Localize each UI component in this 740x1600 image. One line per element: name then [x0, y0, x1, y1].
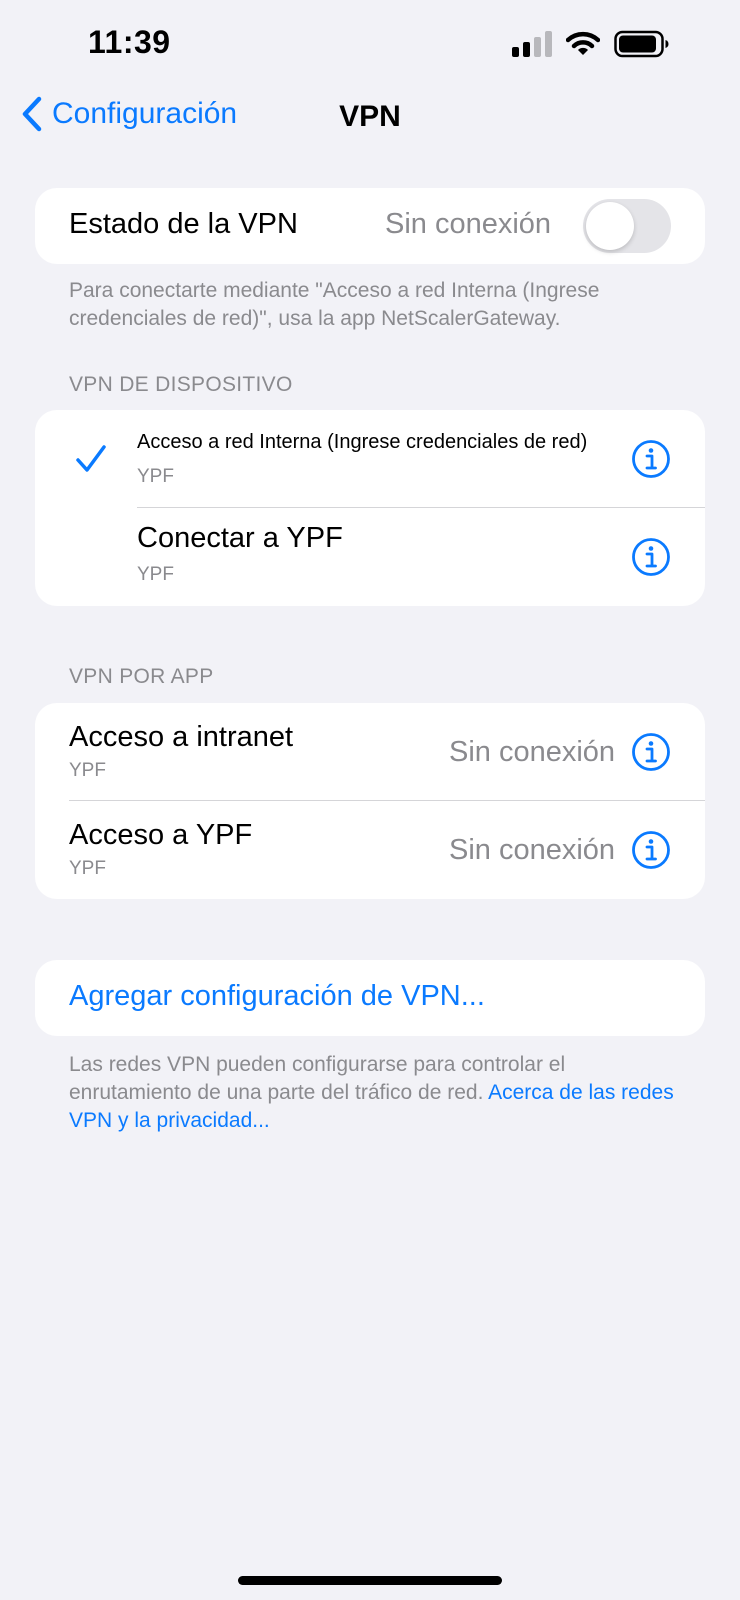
cellular-signal-icon	[512, 31, 552, 57]
app-vpn-item-subtitle: YPF	[69, 760, 106, 781]
add-vpn-card: Agregar configuración de VPN...	[35, 960, 705, 1036]
app-vpn-item-title: Acceso a YPF	[69, 819, 253, 851]
device-vpn-item-subtitle: YPF	[137, 466, 174, 487]
checkmark-icon	[76, 445, 106, 472]
app-vpn-item[interactable]: Acceso a YPF YPF Sin conexión	[35, 801, 705, 899]
app-vpn-header: VPN POR APP	[69, 665, 214, 688]
app-vpn-item-status: Sin conexión	[449, 834, 616, 866]
app-vpn-item[interactable]: Acceso a intranet YPF Sin conexión	[35, 703, 705, 801]
add-vpn-config-button[interactable]: Agregar configuración de VPN...	[69, 980, 485, 1013]
page-title: VPN	[339, 100, 401, 133]
device-vpn-item-title: Acceso a red Interna (Ingrese credencial…	[137, 431, 588, 453]
info-icon[interactable]	[631, 537, 671, 577]
battery-icon	[614, 30, 669, 58]
vpn-status-toggle[interactable]	[583, 199, 671, 253]
device-vpn-item-title: Conectar a YPF	[137, 522, 343, 554]
status-time: 11:39	[88, 24, 171, 60]
vpn-status-card: Estado de la VPN Sin conexión	[35, 188, 705, 264]
toggle-knob	[586, 202, 634, 250]
device-vpn-item[interactable]: Acceso a red Interna (Ingrese credencial…	[35, 410, 705, 508]
add-vpn-footer: Las redes VPN pueden configurarse para c…	[69, 1051, 679, 1135]
vpn-status-label: Estado de la VPN	[69, 208, 298, 240]
status-icons	[512, 30, 670, 58]
app-vpn-item-title: Acceso a intranet	[69, 721, 294, 753]
vpn-status-value: Sin conexión	[385, 208, 552, 240]
info-icon[interactable]	[631, 732, 671, 772]
home-indicator[interactable]	[238, 1576, 502, 1585]
app-vpn-card: Acceso a intranet YPF Sin conexión Acces…	[35, 703, 705, 899]
device-vpn-item-subtitle: YPF	[137, 564, 174, 585]
vpn-status-footer: Para conectarte mediante "Acceso a red I…	[69, 279, 600, 330]
device-vpn-card: Acceso a red Interna (Ingrese credencial…	[35, 410, 705, 606]
info-icon[interactable]	[631, 439, 671, 479]
app-vpn-item-subtitle: YPF	[69, 858, 106, 879]
vpn-settings-screen: 11:39 Configuración VPN Estado de la VPN…	[0, 0, 740, 1600]
device-vpn-item[interactable]: Conectar a YPF YPF	[35, 508, 705, 606]
app-vpn-item-status: Sin conexión	[449, 736, 616, 768]
device-vpn-header: VPN DE DISPOSITIVO	[69, 373, 293, 396]
info-icon[interactable]	[631, 830, 671, 870]
wifi-icon	[566, 31, 600, 55]
